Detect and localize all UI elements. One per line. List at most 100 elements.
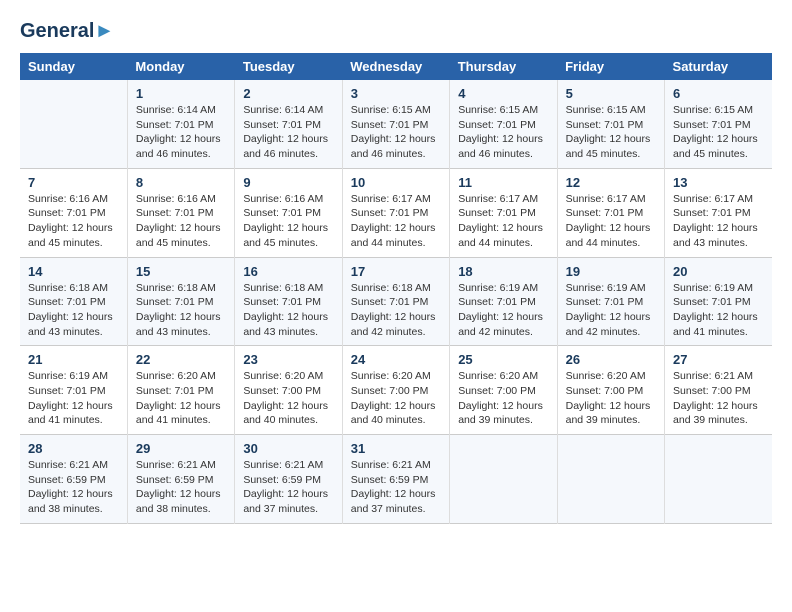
calendar-table: SundayMondayTuesdayWednesdayThursdayFrid… bbox=[20, 53, 772, 524]
calendar-cell: 29 Sunrise: 6:21 AM Sunset: 6:59 PM Dayli… bbox=[127, 435, 234, 524]
day-info: Sunrise: 6:20 AM Sunset: 7:00 PM Dayligh… bbox=[243, 369, 333, 428]
calendar-cell bbox=[450, 435, 557, 524]
day-number: 8 bbox=[136, 175, 226, 190]
weekday-header-friday: Friday bbox=[557, 53, 664, 80]
calendar-cell: 2 Sunrise: 6:14 AM Sunset: 7:01 PM Daylig… bbox=[235, 80, 342, 168]
day-info: Sunrise: 6:17 AM Sunset: 7:01 PM Dayligh… bbox=[351, 192, 441, 251]
day-info: Sunrise: 6:15 AM Sunset: 7:01 PM Dayligh… bbox=[458, 103, 548, 162]
calendar-cell: 27 Sunrise: 6:21 AM Sunset: 7:00 PM Dayli… bbox=[665, 346, 772, 435]
day-number: 15 bbox=[136, 264, 226, 279]
page-header: General► bbox=[20, 20, 772, 43]
day-info: Sunrise: 6:21 AM Sunset: 6:59 PM Dayligh… bbox=[28, 458, 119, 517]
day-number: 25 bbox=[458, 352, 548, 367]
day-info: Sunrise: 6:19 AM Sunset: 7:01 PM Dayligh… bbox=[458, 281, 548, 340]
calendar-cell: 7Sunrise: 6:16 AM Sunset: 7:01 PM Daylig… bbox=[20, 168, 127, 257]
logo-brand: General► bbox=[20, 20, 114, 43]
day-number: 1 bbox=[136, 86, 226, 101]
calendar-cell: 30Sunrise: 6:21 AM Sunset: 6:59 PM Dayli… bbox=[235, 435, 342, 524]
day-info: Sunrise: 6:19 AM Sunset: 7:01 PM Dayligh… bbox=[673, 281, 764, 340]
weekday-header-wednesday: Wednesday bbox=[342, 53, 449, 80]
day-number: 14 bbox=[28, 264, 119, 279]
day-number: 9 bbox=[243, 175, 333, 190]
calendar-cell: 21Sunrise: 6:19 AM Sunset: 7:01 PM Dayli… bbox=[20, 346, 127, 435]
day-info: Sunrise: 6:19 AM Sunset: 7:01 PM Dayligh… bbox=[566, 281, 656, 340]
calendar-header: SundayMondayTuesdayWednesdayThursdayFrid… bbox=[20, 53, 772, 80]
day-info: Sunrise: 6:14 AM Sunset: 7:01 PM Dayligh… bbox=[243, 103, 333, 162]
day-number: 3 bbox=[351, 86, 441, 101]
day-info: Sunrise: 6:21 AM Sunset: 6:59 PM Dayligh… bbox=[136, 458, 226, 517]
day-number: 26 bbox=[566, 352, 656, 367]
day-info: Sunrise: 6:19 AM Sunset: 7:01 PM Dayligh… bbox=[28, 369, 119, 428]
calendar-cell: 16Sunrise: 6:18 AM Sunset: 7:01 PM Dayli… bbox=[235, 257, 342, 346]
calendar-cell: 4 Sunrise: 6:15 AM Sunset: 7:01 PM Daylig… bbox=[450, 80, 557, 168]
calendar-body: 1 Sunrise: 6:14 AM Sunset: 7:01 PM Daylig… bbox=[20, 80, 772, 523]
calendar-cell: 6 Sunrise: 6:15 AM Sunset: 7:01 PM Daylig… bbox=[665, 80, 772, 168]
logo-line1: General► bbox=[20, 20, 114, 43]
day-info: Sunrise: 6:15 AM Sunset: 7:01 PM Dayligh… bbox=[566, 103, 656, 162]
day-info: Sunrise: 6:16 AM Sunset: 7:01 PM Dayligh… bbox=[136, 192, 226, 251]
calendar-cell: 23 Sunrise: 6:20 AM Sunset: 7:00 PM Dayli… bbox=[235, 346, 342, 435]
calendar-week-row: 28Sunrise: 6:21 AM Sunset: 6:59 PM Dayli… bbox=[20, 435, 772, 524]
calendar-cell: 9Sunrise: 6:16 AM Sunset: 7:01 PM Daylig… bbox=[235, 168, 342, 257]
day-number: 13 bbox=[673, 175, 764, 190]
day-info: Sunrise: 6:20 AM Sunset: 7:00 PM Dayligh… bbox=[351, 369, 441, 428]
weekday-header-sunday: Sunday bbox=[20, 53, 127, 80]
day-number: 29 bbox=[136, 441, 226, 456]
day-info: Sunrise: 6:14 AM Sunset: 7:01 PM Dayligh… bbox=[136, 103, 226, 162]
calendar-cell: 3 Sunrise: 6:15 AM Sunset: 7:01 PM Daylig… bbox=[342, 80, 449, 168]
calendar-cell bbox=[20, 80, 127, 168]
day-info: Sunrise: 6:17 AM Sunset: 7:01 PM Dayligh… bbox=[566, 192, 656, 251]
day-number: 24 bbox=[351, 352, 441, 367]
day-info: Sunrise: 6:20 AM Sunset: 7:00 PM Dayligh… bbox=[458, 369, 548, 428]
calendar-cell bbox=[665, 435, 772, 524]
day-info: Sunrise: 6:18 AM Sunset: 7:01 PM Dayligh… bbox=[136, 281, 226, 340]
calendar-cell: 24 Sunrise: 6:20 AM Sunset: 7:00 PM Dayli… bbox=[342, 346, 449, 435]
logo-general: General bbox=[20, 20, 94, 42]
logo-triangle-icon: ► bbox=[94, 20, 114, 42]
day-info: Sunrise: 6:21 AM Sunset: 6:59 PM Dayligh… bbox=[243, 458, 333, 517]
calendar-week-row: 21Sunrise: 6:19 AM Sunset: 7:01 PM Dayli… bbox=[20, 346, 772, 435]
day-info: Sunrise: 6:20 AM Sunset: 7:00 PM Dayligh… bbox=[566, 369, 656, 428]
weekday-row: SundayMondayTuesdayWednesdayThursdayFrid… bbox=[20, 53, 772, 80]
calendar-cell: 8 Sunrise: 6:16 AM Sunset: 7:01 PM Daylig… bbox=[127, 168, 234, 257]
calendar-week-row: 14 Sunrise: 6:18 AM Sunset: 7:01 PM Dayli… bbox=[20, 257, 772, 346]
weekday-header-monday: Monday bbox=[127, 53, 234, 80]
weekday-header-saturday: Saturday bbox=[665, 53, 772, 80]
day-info: Sunrise: 6:15 AM Sunset: 7:01 PM Dayligh… bbox=[673, 103, 764, 162]
day-info: Sunrise: 6:21 AM Sunset: 6:59 PM Dayligh… bbox=[351, 458, 441, 517]
calendar-cell: 12 Sunrise: 6:17 AM Sunset: 7:01 PM Dayli… bbox=[557, 168, 664, 257]
day-number: 6 bbox=[673, 86, 764, 101]
day-info: Sunrise: 6:16 AM Sunset: 7:01 PM Dayligh… bbox=[28, 192, 119, 251]
calendar-cell: 10 Sunrise: 6:17 AM Sunset: 7:01 PM Dayli… bbox=[342, 168, 449, 257]
calendar-cell bbox=[557, 435, 664, 524]
calendar-cell: 17Sunrise: 6:18 AM Sunset: 7:01 PM Dayli… bbox=[342, 257, 449, 346]
day-number: 19 bbox=[566, 264, 656, 279]
day-number: 11 bbox=[458, 175, 548, 190]
calendar-cell: 5 Sunrise: 6:15 AM Sunset: 7:01 PM Daylig… bbox=[557, 80, 664, 168]
day-number: 4 bbox=[458, 86, 548, 101]
calendar-cell: 14 Sunrise: 6:18 AM Sunset: 7:01 PM Dayli… bbox=[20, 257, 127, 346]
calendar-cell: 26 Sunrise: 6:20 AM Sunset: 7:00 PM Dayli… bbox=[557, 346, 664, 435]
day-info: Sunrise: 6:20 AM Sunset: 7:01 PM Dayligh… bbox=[136, 369, 226, 428]
day-number: 10 bbox=[351, 175, 441, 190]
weekday-header-tuesday: Tuesday bbox=[235, 53, 342, 80]
day-info: Sunrise: 6:21 AM Sunset: 7:00 PM Dayligh… bbox=[673, 369, 764, 428]
weekday-header-thursday: Thursday bbox=[450, 53, 557, 80]
calendar-cell: 11Sunrise: 6:17 AM Sunset: 7:01 PM Dayli… bbox=[450, 168, 557, 257]
day-number: 2 bbox=[243, 86, 333, 101]
calendar-cell: 1 Sunrise: 6:14 AM Sunset: 7:01 PM Daylig… bbox=[127, 80, 234, 168]
calendar-cell: 31Sunrise: 6:21 AM Sunset: 6:59 PM Dayli… bbox=[342, 435, 449, 524]
day-number: 22 bbox=[136, 352, 226, 367]
calendar-week-row: 1 Sunrise: 6:14 AM Sunset: 7:01 PM Daylig… bbox=[20, 80, 772, 168]
day-info: Sunrise: 6:18 AM Sunset: 7:01 PM Dayligh… bbox=[351, 281, 441, 340]
calendar-cell: 20Sunrise: 6:19 AM Sunset: 7:01 PM Dayli… bbox=[665, 257, 772, 346]
calendar-cell: 22 Sunrise: 6:20 AM Sunset: 7:01 PM Dayli… bbox=[127, 346, 234, 435]
day-number: 12 bbox=[566, 175, 656, 190]
day-number: 23 bbox=[243, 352, 333, 367]
day-number: 27 bbox=[673, 352, 764, 367]
day-info: Sunrise: 6:15 AM Sunset: 7:01 PM Dayligh… bbox=[351, 103, 441, 162]
day-info: Sunrise: 6:18 AM Sunset: 7:01 PM Dayligh… bbox=[28, 281, 119, 340]
day-number: 5 bbox=[566, 86, 656, 101]
day-info: Sunrise: 6:17 AM Sunset: 7:01 PM Dayligh… bbox=[673, 192, 764, 251]
day-info: Sunrise: 6:18 AM Sunset: 7:01 PM Dayligh… bbox=[243, 281, 333, 340]
